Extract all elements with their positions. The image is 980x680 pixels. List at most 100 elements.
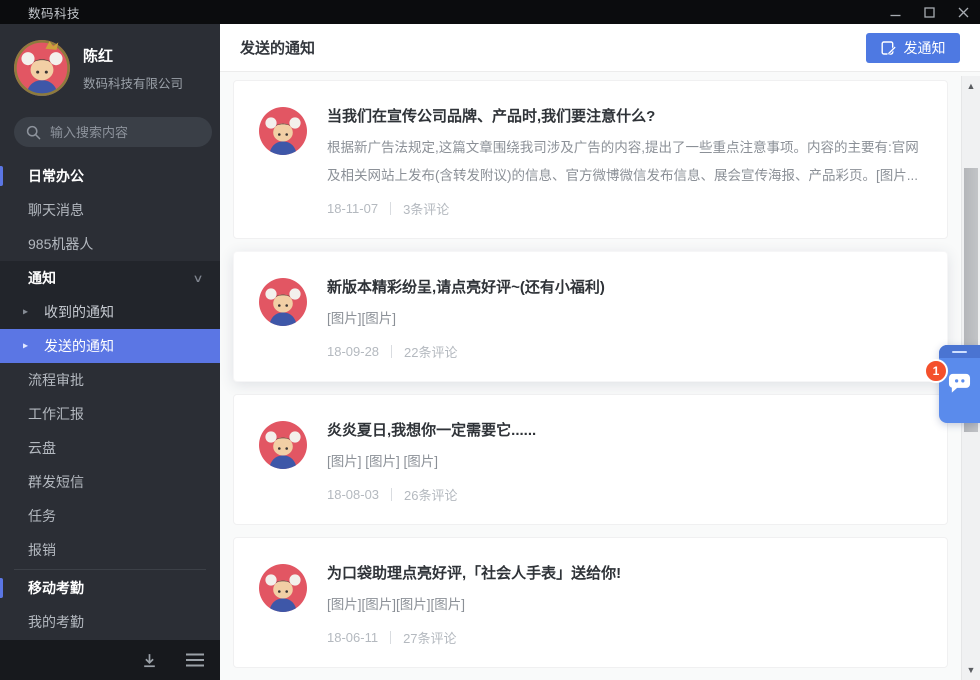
maximize-button[interactable] xyxy=(912,0,946,24)
sidebar-item-label: 日常办公 xyxy=(28,168,84,184)
sidebar-item-expense[interactable]: 报销 xyxy=(0,533,220,567)
unread-badge: 1 xyxy=(924,359,948,383)
notification-meta: 18-09-28 22条评论 xyxy=(327,342,922,361)
minimize-button[interactable] xyxy=(878,0,912,24)
sidebar-item-label: 聊天消息 xyxy=(28,202,84,218)
sidebar-item-group-sms[interactable]: 群发短信 xyxy=(0,465,220,499)
sidebar-item-label: 通知 xyxy=(28,270,56,286)
user-avatar xyxy=(14,40,70,96)
scroll-up-arrow[interactable]: ▲ xyxy=(962,81,980,91)
notification-title: 炎炎夏日,我想你一定需要它...... xyxy=(327,422,537,439)
notification-date: 18-11-07 xyxy=(327,201,379,216)
notification-body: 根据新广告法规定,这篇文章围绕我司涉及广告的内容,提出了一些重点注意事项。内容的… xyxy=(327,140,919,183)
main-header: 发送的通知 发通知 xyxy=(220,24,980,72)
notification-comments: 22条评论 xyxy=(404,345,458,360)
sidebar-item-robot-985[interactable]: 985机器人 xyxy=(0,227,220,261)
title-bar: 数码科技 xyxy=(0,0,980,24)
chat-float-widget[interactable]: 1 xyxy=(924,345,980,423)
sidebar-item-label: 群发短信 xyxy=(28,474,84,490)
sidebar-item-cloud-disk[interactable]: 云盘 xyxy=(0,431,220,465)
sidebar-item-label: 985机器人 xyxy=(28,236,94,252)
notification-body: [图片] [图片] [图片] xyxy=(327,454,439,469)
sidebar-item-my-attendance[interactable]: 我的考勤 xyxy=(0,605,220,639)
sidebar-item-label: 移动考勤 xyxy=(28,580,84,596)
page-title: 发送的通知 xyxy=(240,40,316,57)
chevron-down-icon: ∨ xyxy=(192,272,204,285)
notification-meta: 18-11-07 3条评论 xyxy=(327,199,922,218)
user-company: 数码科技有限公司 xyxy=(83,76,184,91)
sender-avatar xyxy=(259,421,307,469)
download-button[interactable] xyxy=(141,652,158,669)
sidebar-item-notice[interactable]: 通知 ∨ xyxy=(0,261,220,295)
send-notice-button[interactable]: 发通知 xyxy=(866,32,960,63)
notification-comments: 3条评论 xyxy=(403,202,450,217)
sidebar-item-label: 收到的通知 xyxy=(44,304,114,320)
notification-card[interactable]: 当我们在宣传公司品牌、产品时,我们要注意什么? 根据新广告法规定,这篇文章围绕我… xyxy=(233,80,948,239)
sidebar-menu: 日常办公 聊天消息 985机器人 通知 ∨ ▸ 收到的通知 ▸ 发送的通知 流程… xyxy=(0,159,220,639)
search-box[interactable] xyxy=(14,117,212,147)
notification-comments: 27条评论 xyxy=(403,631,457,646)
sidebar-item-label: 工作汇报 xyxy=(28,406,84,422)
sidebar: 陈红 数码科技有限公司 日常办公 聊天消息 985机器人 通知 ∨ ▸ 收到的通… xyxy=(0,24,220,680)
sidebar-item-label: 报销 xyxy=(28,542,56,558)
notification-card[interactable]: 为口袋助理点亮好评,「社会人手表」送给你! [图片][图片][图片][图片] 1… xyxy=(233,537,948,668)
notification-title: 为口袋助理点亮好评,「社会人手表」送给你! xyxy=(327,565,622,582)
meta-separator xyxy=(390,202,392,215)
sidebar-item-label: 发送的通知 xyxy=(44,338,114,354)
widget-drag-handle[interactable] xyxy=(939,345,980,358)
sidebar-item-mobile-attendance[interactable]: 移动考勤 xyxy=(0,571,220,605)
minimize-icon xyxy=(890,14,900,16)
app-title: 数码科技 xyxy=(28,6,81,21)
compose-icon xyxy=(881,40,896,55)
submenu-arrow-icon: ▸ xyxy=(23,306,29,318)
notification-body: [图片][图片] xyxy=(327,311,397,326)
meta-separator xyxy=(390,631,392,644)
sidebar-item-label: 云盘 xyxy=(28,440,56,456)
sidebar-item-sent-notice[interactable]: ▸ 发送的通知 xyxy=(0,329,220,363)
notification-date: 18-09-28 xyxy=(327,344,380,359)
notification-date: 18-08-03 xyxy=(327,487,380,502)
notification-body: [图片][图片][图片][图片] xyxy=(327,597,466,612)
sidebar-item-label: 流程审批 xyxy=(28,372,84,388)
user-info: 陈红 数码科技有限公司 xyxy=(83,45,183,92)
notification-comments: 26条评论 xyxy=(404,488,458,503)
user-name: 陈红 xyxy=(83,47,114,65)
notification-card[interactable]: 新版本精彩纷呈,请点亮好评~(还有小福利) [图片][图片] 18-09-28 … xyxy=(233,251,948,382)
close-icon xyxy=(958,7,968,17)
notification-meta: 18-08-03 26条评论 xyxy=(327,485,922,504)
download-icon xyxy=(144,653,155,667)
sidebar-item-label: 我的考勤 xyxy=(28,614,84,630)
accent-bar xyxy=(0,166,3,186)
sidebar-footer xyxy=(0,640,220,680)
notification-list: 当我们在宣传公司品牌、产品时,我们要注意什么? 根据新广告法规定,这篇文章围绕我… xyxy=(220,72,961,680)
notification-title: 当我们在宣传公司品牌、产品时,我们要注意什么? xyxy=(327,108,656,125)
close-button[interactable] xyxy=(946,0,980,24)
hamburger-icon xyxy=(186,653,204,667)
main-panel: 发送的通知 发通知 当我们在宣传公司品牌、产品时,我们要注意什么? 根据新广告法… xyxy=(220,24,980,680)
submenu-arrow-icon: ▸ xyxy=(23,340,29,352)
sender-avatar xyxy=(259,278,307,326)
sender-avatar xyxy=(259,107,307,155)
sidebar-item-work-report[interactable]: 工作汇报 xyxy=(0,397,220,431)
sender-avatar xyxy=(259,564,307,612)
window-controls xyxy=(878,0,980,24)
search-input[interactable] xyxy=(50,124,190,140)
scroll-down-arrow[interactable]: ▼ xyxy=(962,665,980,675)
search-icon xyxy=(26,125,41,139)
user-profile[interactable]: 陈红 数码科技有限公司 xyxy=(14,40,183,96)
sidebar-item-received-notice[interactable]: ▸ 收到的通知 xyxy=(0,295,220,329)
send-notice-label: 发通知 xyxy=(903,39,946,56)
meta-separator xyxy=(391,488,393,501)
sidebar-item-chat-messages[interactable]: 聊天消息 xyxy=(0,193,220,227)
notification-date: 18-06-11 xyxy=(327,630,379,645)
notification-card[interactable]: 炎炎夏日,我想你一定需要它...... [图片] [图片] [图片] 18-08… xyxy=(233,394,948,525)
notification-meta: 18-06-11 27条评论 xyxy=(327,628,922,647)
notification-title: 新版本精彩纷呈,请点亮好评~(还有小福利) xyxy=(327,279,605,296)
meta-separator xyxy=(391,345,393,358)
menu-button[interactable] xyxy=(186,653,204,667)
maximize-icon xyxy=(923,6,935,18)
sidebar-item-tasks[interactable]: 任务 xyxy=(0,499,220,533)
sidebar-item-daily-office[interactable]: 日常办公 xyxy=(0,159,220,193)
sidebar-item-workflow-approval[interactable]: 流程审批 xyxy=(0,363,220,397)
sidebar-divider xyxy=(14,569,206,570)
